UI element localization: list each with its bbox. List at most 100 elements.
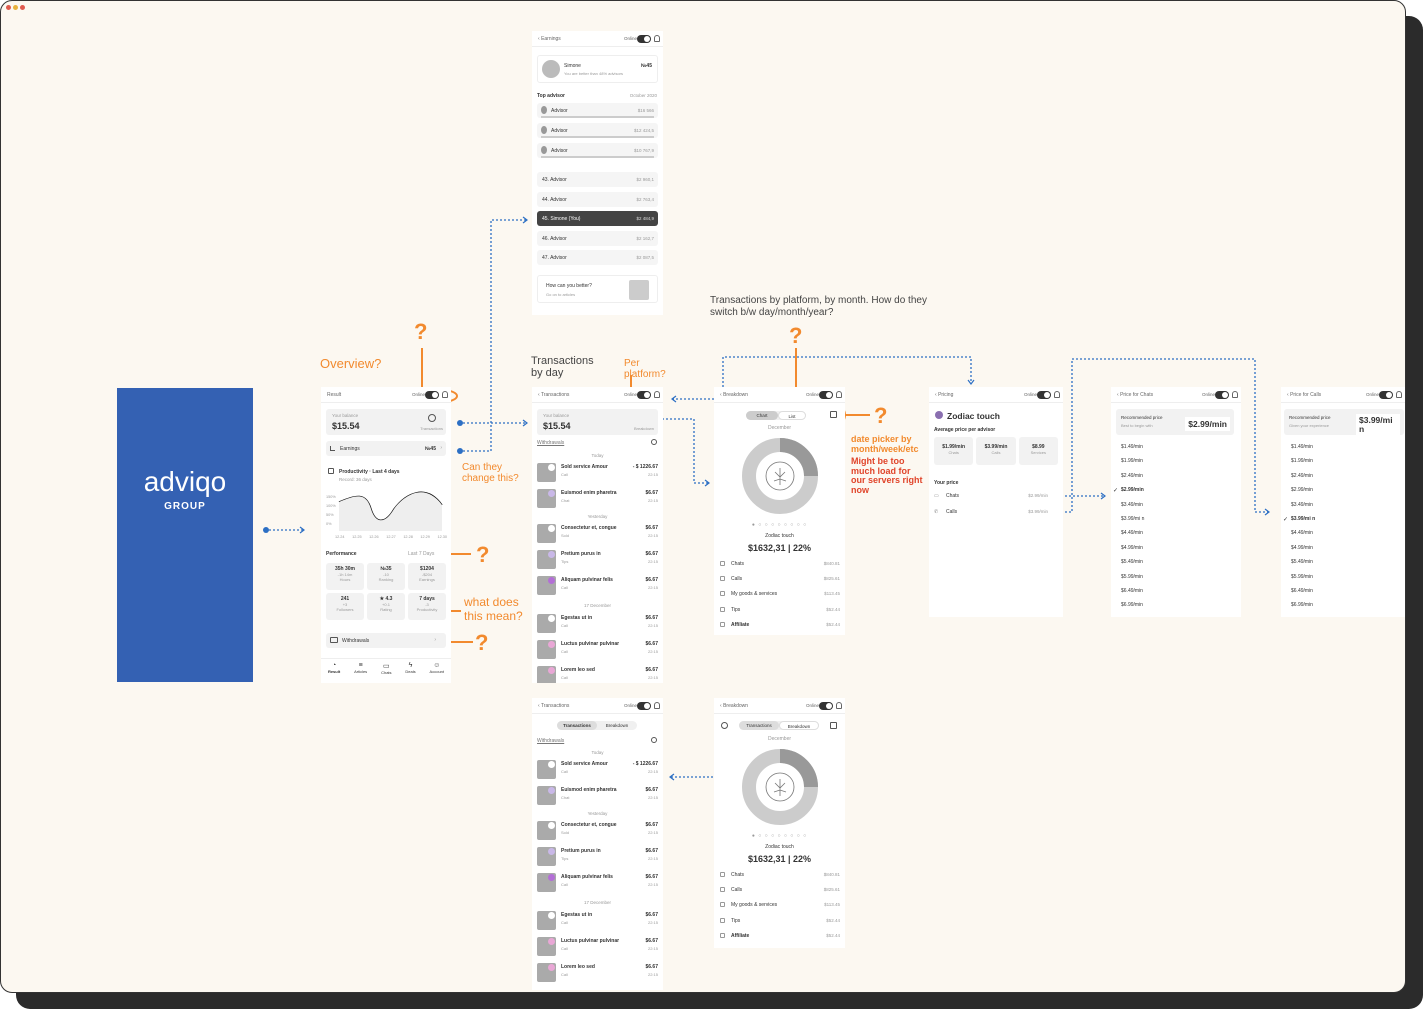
price-option[interactable]: $3.99/mi n (1291, 517, 1335, 522)
transaction-row[interactable]: Euismod enim pharetra Chat $6.67 22:15 (537, 487, 658, 509)
price-option[interactable]: $2.49/min (1121, 473, 1165, 479)
price-option[interactable]: $6.99/min (1291, 603, 1335, 608)
price-option[interactable]: $4.49/min (1291, 531, 1335, 536)
price-option[interactable]: $1.49/min (1291, 445, 1335, 450)
category-row[interactable]: My goods & services $113.45 (719, 900, 840, 912)
category-row[interactable]: Chats $840.81 (719, 870, 840, 882)
category-row[interactable]: Affiliate $52.44 (719, 620, 840, 632)
category-row[interactable]: Calls $825.61 (719, 885, 840, 897)
category-row[interactable]: Tips $52.44 (719, 605, 840, 617)
price-option[interactable]: $2.99/min (1291, 488, 1335, 493)
price-option[interactable]: $3.49/min (1121, 502, 1165, 508)
withdrawals-link[interactable]: Withdrawals (537, 738, 564, 744)
price-option[interactable]: $5.49/min (1121, 560, 1165, 565)
transaction-row[interactable]: Sold service Amour Call - $ 1226.67 22:15 (537, 758, 658, 780)
price-option[interactable]: $3.99/mi n (1121, 517, 1165, 522)
price-option[interactable]: $1.99/min (1291, 459, 1335, 464)
price-option[interactable]: $1.99/min (1121, 459, 1165, 464)
nav-result[interactable]: ◔ Result (328, 659, 340, 683)
transaction-row[interactable]: Aliquam pulvinar felis Call $6.67 22:15 (537, 574, 658, 596)
recommended-card[interactable]: Recommended price Given your experience … (1284, 409, 1404, 436)
tab-breakdown[interactable]: Breakdown (597, 721, 637, 730)
price-option[interactable]: $6.49/min (1121, 589, 1165, 594)
nav-account[interactable]: ☺ Account (430, 659, 444, 683)
price-option[interactable]: $3.49/min (1291, 502, 1335, 508)
category-row[interactable]: My goods & services $113.45 (719, 589, 840, 601)
bell-icon[interactable] (1396, 391, 1402, 398)
transaction-row[interactable]: Aliquam pulvinar felis Call $6.67 22:15 (537, 871, 658, 893)
online-toggle[interactable] (637, 391, 651, 399)
price-row-chats[interactable]: ▭ Chats $2.99/min (934, 493, 1058, 505)
tab-transactions[interactable]: Transactions (739, 721, 779, 730)
price-option[interactable]: $6.49/min (1291, 589, 1335, 594)
tab-breakdown[interactable]: Breakdown (779, 721, 819, 730)
tab-chart[interactable]: Chart (746, 411, 778, 420)
transaction-row[interactable]: Egestas ut in Call $6.67 22:15 (537, 612, 658, 634)
bell-icon[interactable] (1232, 391, 1238, 398)
nav-chats[interactable]: ▭ Chats (381, 659, 391, 683)
price-option[interactable]: $5.49/min (1291, 560, 1335, 565)
bell-icon[interactable] (1054, 391, 1060, 398)
nav-deals[interactable]: ϟ Deals (405, 659, 415, 683)
transaction-row[interactable]: Pretium purus in Tips $6.67 22:15 (537, 845, 658, 867)
calendar-icon[interactable] (830, 411, 837, 418)
category-row[interactable]: Calls $825.61 (719, 574, 840, 586)
recommended-card[interactable]: Recommended price Best to begin with $2.… (1116, 409, 1234, 435)
online-toggle[interactable] (819, 702, 833, 710)
bell-icon[interactable] (442, 391, 448, 398)
bell-icon[interactable] (654, 391, 660, 398)
transaction-row[interactable]: Consectetur et, congue Sold $6.67 22:15 (537, 819, 658, 841)
bell-icon[interactable] (654, 702, 660, 709)
price-option[interactable]: $2.49/min (1291, 473, 1335, 479)
price-option[interactable]: $5.99/min (1121, 574, 1165, 580)
period-selector[interactable]: Last 7 Days (408, 551, 434, 557)
online-toggle[interactable] (1379, 391, 1393, 399)
price-option[interactable]: $4.99/min (1291, 545, 1335, 551)
price-option[interactable]: $5.99/min (1291, 574, 1335, 580)
online-toggle[interactable] (819, 391, 833, 399)
bell-icon[interactable] (654, 35, 660, 42)
search-icon[interactable] (651, 439, 657, 445)
category-row[interactable]: Chats $840.81 (719, 559, 840, 571)
withdrawals-row[interactable]: Withdrawals › (326, 633, 446, 648)
price-option[interactable]: $4.99/min (1121, 545, 1165, 551)
price-row-calls[interactable]: ✆ Calls $3.99/min (934, 509, 1058, 521)
carousel-dots[interactable]: ● ○ ○ ○ ○ ○ ○ ○ ○ (714, 833, 845, 839)
earnings-row[interactable]: Earnings №45 › (326, 441, 446, 456)
withdrawals-link[interactable]: Withdrawals (537, 440, 564, 446)
transaction-row[interactable]: Luctus pulvinar pulvinar Call $6.67 22:15 (537, 935, 658, 957)
online-toggle[interactable] (637, 702, 651, 710)
online-toggle[interactable] (1037, 391, 1051, 399)
tab-transactions[interactable]: Transactions (557, 721, 597, 730)
breakdown-link[interactable]: Breakdown (634, 426, 654, 431)
calendar-icon[interactable] (830, 722, 837, 729)
transaction-row[interactable]: Euismod enim pharetra Chat $6.67 22:15 (537, 784, 658, 806)
tab-list[interactable]: List (778, 411, 806, 420)
online-toggle[interactable] (637, 35, 651, 43)
price-option[interactable]: $2.99/min (1121, 488, 1165, 493)
bell-icon[interactable] (836, 702, 842, 709)
carousel-dots[interactable]: ● ○ ○ ○ ○ ○ ○ ○ ○ (714, 522, 845, 528)
info-icon[interactable] (721, 722, 728, 729)
price-option[interactable]: $4.49/min (1121, 531, 1165, 536)
online-toggle[interactable] (425, 391, 439, 399)
transaction-row[interactable]: Pretium purus in Tips $6.67 22:15 (537, 548, 658, 570)
transactions-link[interactable]: Transactions (420, 426, 443, 431)
transaction-row[interactable]: Egestas ut in Call $6.67 22:15 (537, 909, 658, 931)
improve-card[interactable]: How can you better? Go on to articles (537, 275, 658, 303)
transaction-row[interactable]: Sold service Amour Call - $ 1226.67 22:15 (537, 461, 658, 483)
transaction-row[interactable]: Consectetur et, congue Sold $6.67 22:15 (537, 522, 658, 544)
period-label[interactable]: October 2020 (630, 93, 657, 98)
transaction-row[interactable]: Lorem leo sed Call $6.67 22:15 (537, 961, 658, 983)
online-toggle[interactable] (1215, 391, 1229, 399)
balance-card[interactable]: Your balance $15.54 Transactions (326, 409, 446, 435)
transaction-row[interactable]: Luctus pulvinar pulvinar Call $6.67 22:15 (537, 638, 658, 660)
category-row[interactable]: Affiliate $52.44 (719, 931, 840, 943)
price-option[interactable]: $6.99/min (1121, 603, 1165, 608)
bell-icon[interactable] (836, 391, 842, 398)
category-row[interactable]: Tips $52.44 (719, 916, 840, 928)
price-option[interactable]: $1.49/min (1121, 445, 1165, 450)
nav-articles[interactable]: ≡ Articles (354, 659, 367, 683)
search-icon[interactable] (651, 737, 657, 743)
transaction-row[interactable]: Lorem leo sed Call $6.67 22:15 (537, 664, 658, 683)
